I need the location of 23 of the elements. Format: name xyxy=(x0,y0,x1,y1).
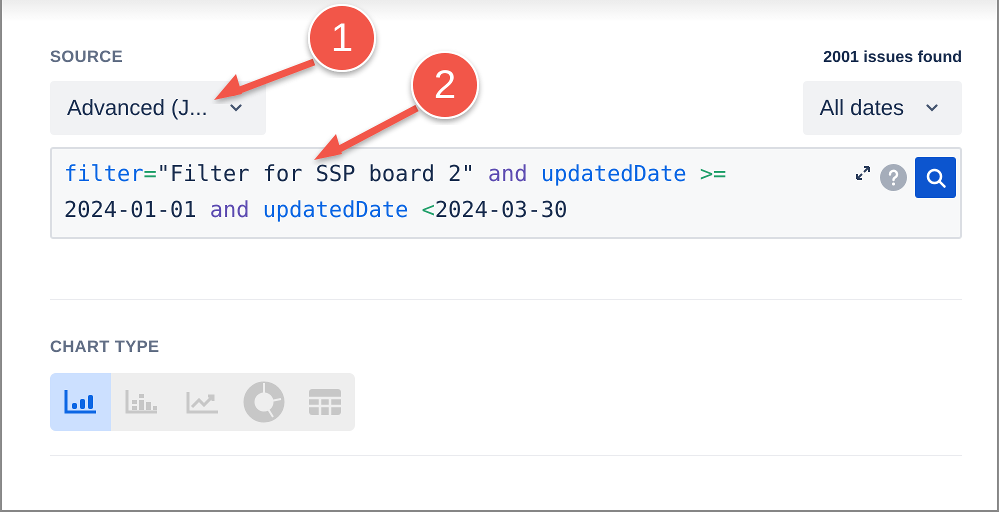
donut-chart-icon xyxy=(242,381,284,423)
callout-badge xyxy=(308,4,376,72)
expand-icon[interactable] xyxy=(854,164,872,182)
table-icon xyxy=(308,388,342,416)
query-line: filter="Filter for SSP board 2" and updatedDate >= xyxy=(64,161,726,189)
source-dropdown[interactable]: Advanced (J... xyxy=(50,81,266,135)
callout-badge xyxy=(411,51,479,119)
callout-number: 2 xyxy=(434,65,456,105)
section-label: SOURCE xyxy=(50,48,123,67)
date-dropdown[interactable]: All dates xyxy=(802,81,962,135)
query-editor[interactable]: filter="Filter for SSP board 2" and updatedDate >= 2024-01-01 and updatedDate <2024-03-30 xyxy=(50,147,962,239)
issue-count: 2001 issues found xyxy=(823,48,962,66)
search-icon xyxy=(924,166,946,188)
query-line: 2024-01-01 and updatedDate <2024-03-30 xyxy=(64,197,568,225)
chart-type-option[interactable] xyxy=(50,373,111,431)
chevron-icon xyxy=(926,104,938,112)
stacked-bar-chart-icon xyxy=(124,388,160,416)
help-icon[interactable] xyxy=(880,164,907,191)
chevron-icon xyxy=(230,104,242,112)
search-button[interactable] xyxy=(915,157,956,198)
section-label: CHART TYPE xyxy=(50,338,160,357)
bar-chart-icon xyxy=(62,388,98,416)
callout-number: 1 xyxy=(330,18,354,58)
